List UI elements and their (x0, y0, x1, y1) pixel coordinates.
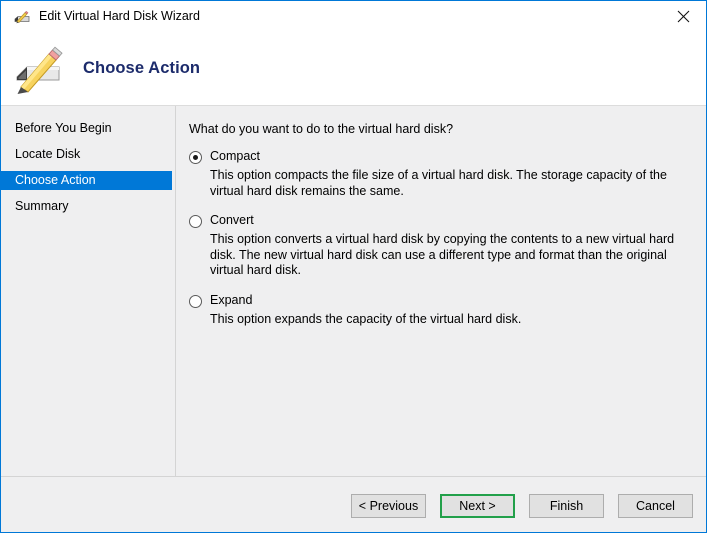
option-expand: Expand This option expands the capacity … (189, 293, 694, 328)
sidebar-item-locate-disk[interactable]: Locate Disk (1, 145, 172, 164)
hard-disk-pencil-icon (11, 44, 67, 94)
sidebar-item-before-you-begin[interactable]: Before You Begin (1, 119, 172, 138)
wizard-header: Choose Action (1, 32, 706, 106)
sidebar-item-choose-action[interactable]: Choose Action (1, 171, 172, 190)
radio-expand[interactable] (189, 294, 202, 308)
page-title: Choose Action (83, 59, 201, 77)
sidebar-item-summary[interactable]: Summary (1, 197, 172, 216)
wizard-content-pane: What do you want to do to the virtual ha… (176, 106, 706, 476)
radio-compact[interactable] (189, 151, 202, 164)
finish-button[interactable]: Finish (529, 493, 604, 518)
close-icon[interactable] (661, 1, 706, 32)
action-radio-group: Compact This option compacts the file si… (189, 149, 694, 327)
option-compact: Compact This option compacts the file si… (189, 149, 694, 199)
edit-virtual-hard-disk-wizard-window: Edit Virtual Hard Disk Wizard Choose Act… (0, 0, 707, 533)
disk-pencil-icon (13, 8, 31, 26)
option-label-convert: Convert (210, 213, 254, 227)
cancel-button[interactable]: Cancel (618, 493, 693, 518)
wizard-steps-sidebar: Before You Begin Locate Disk Choose Acti… (1, 106, 176, 476)
wizard-body: Before You Begin Locate Disk Choose Acti… (1, 106, 706, 476)
previous-button[interactable]: < Previous (351, 493, 426, 518)
option-label-expand: Expand (210, 292, 253, 307)
option-label-compact: Compact (210, 149, 261, 163)
wizard-footer: < Previous Next > Finish Cancel (1, 476, 706, 532)
radio-row-compact[interactable]: Compact (189, 149, 694, 164)
window-title: Edit Virtual Hard Disk Wizard (39, 9, 200, 24)
next-button[interactable]: Next > (440, 493, 515, 518)
option-convert: Convert This option converts a virtual h… (189, 213, 694, 279)
radio-convert[interactable] (189, 215, 202, 228)
radio-row-convert[interactable]: Convert (189, 213, 694, 228)
option-description-expand: This option expands the capacity of the … (210, 311, 522, 326)
radio-row-expand[interactable]: Expand (189, 293, 694, 308)
option-description-compact: This option compacts the file size of a … (210, 168, 667, 198)
question-label: What do you want to do to the virtual ha… (189, 122, 454, 136)
title-bar: Edit Virtual Hard Disk Wizard (1, 1, 706, 32)
option-description-convert: This option converts a virtual hard disk… (210, 232, 675, 277)
